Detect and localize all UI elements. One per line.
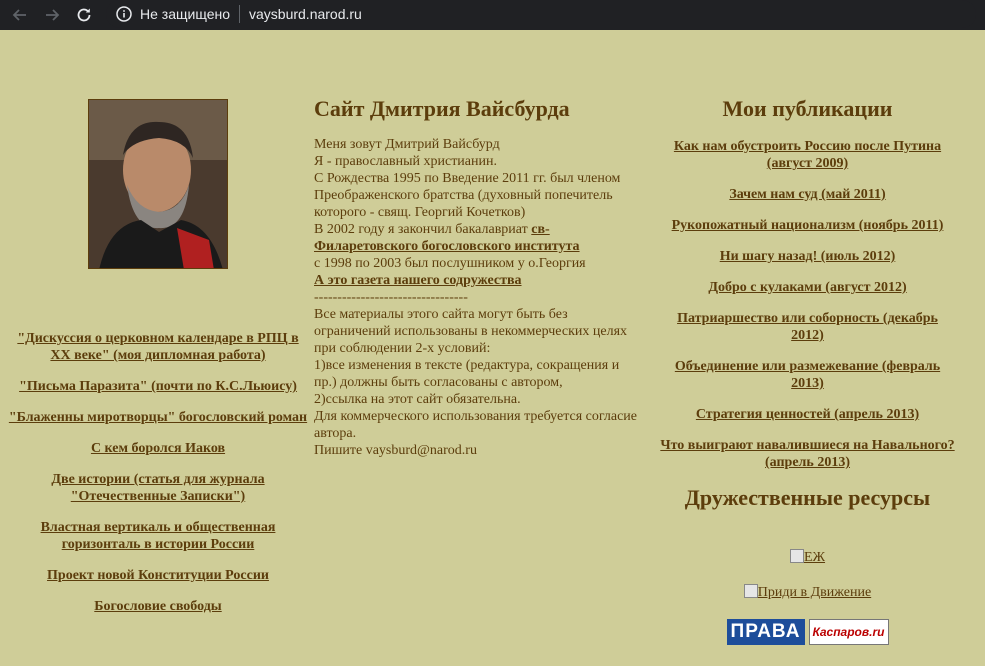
- pub-link[interactable]: Добро с кулаками (август 2012): [708, 280, 906, 295]
- link-vertical-horizontal[interactable]: Властная вертикаль и общественная горизо…: [41, 520, 276, 552]
- banner-row: ПРАВА Каспаров.ru: [660, 619, 955, 645]
- text-line: Пишите vaysburd@narod.ru: [314, 443, 477, 458]
- about-text: Меня зовут Дмитрий Вайсбурд Я - правосла…: [314, 136, 654, 459]
- list-item: Что выиграют навалившиеся на Навального?…: [660, 437, 955, 471]
- page-title: Сайт Дмитрия Вайсбурда: [314, 96, 570, 121]
- pub-link[interactable]: Как нам обустроить Россию после Путина (…: [674, 139, 941, 171]
- text-line: 1)все изменения в тексте (редактура, сок…: [314, 358, 620, 373]
- pub-link[interactable]: Рукопожатный национализм (ноябрь 2011): [672, 218, 944, 233]
- text-line: Все материалы этого сайта могут быть без: [314, 307, 568, 322]
- list-item: Зачем нам суд (май 2011): [660, 186, 955, 203]
- publications-title: Мои публикации: [722, 96, 893, 121]
- pridi-link[interactable]: Приди в Движение: [660, 584, 955, 601]
- security-status[interactable]: Не защищено: [140, 6, 230, 22]
- link-newspaper[interactable]: А это газета нашего содружества: [314, 273, 522, 288]
- pub-link[interactable]: Патриаршество или соборность (декабрь 20…: [677, 311, 938, 343]
- divider: [239, 5, 240, 23]
- list-item: "Письма Паразита" (почти по К.С.Льюису): [8, 378, 308, 395]
- reload-icon[interactable]: [70, 1, 98, 29]
- link-parasite-letters[interactable]: "Письма Паразита" (почти по К.С.Льюису): [19, 379, 297, 394]
- link-institute-cont[interactable]: Филаретовского богословского института: [314, 239, 580, 254]
- text-line: автора.: [314, 426, 357, 441]
- prava-banner[interactable]: ПРАВА: [726, 619, 805, 645]
- pub-link[interactable]: Что выиграют навалившиеся на Навального?…: [660, 438, 954, 470]
- kasparov-banner[interactable]: Каспаров.ru: [808, 619, 889, 645]
- text-line: ограничений использованы в некоммерчески…: [314, 324, 628, 339]
- info-icon[interactable]: [116, 6, 132, 22]
- link-theology-freedom[interactable]: Богословие свободы: [94, 599, 221, 614]
- middle-column: Сайт Дмитрия Вайсбурда Меня зовут Дмитри…: [314, 96, 654, 459]
- link-calendar-discussion[interactable]: "Дискуссия о церковном календаре в РПЦ в…: [17, 331, 298, 363]
- pub-link[interactable]: Объединение или размежевание (февраль 20…: [675, 359, 940, 391]
- link-jacob[interactable]: С кем боролся Иаков: [91, 441, 225, 456]
- pub-link[interactable]: Зачем нам суд (май 2011): [729, 187, 885, 202]
- ej-link[interactable]: ЕЖ: [660, 549, 955, 566]
- list-item: "Дискуссия о церковном календаре в РПЦ в…: [8, 330, 308, 364]
- link-institute[interactable]: св-: [531, 222, 549, 237]
- link-two-histories[interactable]: Две истории (статья для журнала "Отечест…: [51, 472, 264, 504]
- left-link-list: "Дискуссия о церковном календаре в РПЦ в…: [8, 330, 308, 629]
- separator-line: ---------------------------------: [314, 290, 468, 305]
- list-item: Ни шагу назад! (июль 2012): [660, 248, 955, 265]
- list-item: Богословие свободы: [8, 598, 308, 615]
- text-line: А это газета нашего содружества: [314, 272, 654, 289]
- text-line: Преображенского братства (духовный попеч…: [314, 188, 613, 203]
- list-item: Как нам обустроить Россию после Путина (…: [660, 138, 955, 172]
- publications-list: Как нам обустроить Россию после Путина (…: [660, 138, 955, 471]
- link-constitution[interactable]: Проект новой Конституции России: [47, 568, 269, 583]
- broken-image-icon: [789, 549, 804, 563]
- pub-link[interactable]: Стратегия ценностей (апрель 2013): [696, 407, 919, 422]
- author-photo: [88, 99, 228, 269]
- text-line: которого - свящ. Георгий Кочетков): [314, 205, 526, 220]
- list-item: Объединение или размежевание (февраль 20…: [660, 358, 955, 392]
- address-bar[interactable]: Не защищено vaysburd.narod.ru: [106, 0, 976, 28]
- list-item: Добро с кулаками (август 2012): [660, 279, 955, 296]
- friends-title: Дружественные ресурсы: [684, 485, 931, 510]
- text-line: С Рождества 1995 по Введение 2011 гг. бы…: [314, 171, 621, 186]
- text-line: пр.) должны быть согласованы с автором,: [314, 375, 563, 390]
- back-icon[interactable]: [6, 1, 34, 29]
- ej-label: ЕЖ: [803, 550, 826, 565]
- text-line: Я - православный христианин.: [314, 154, 497, 169]
- text-line: Меня зовут Дмитрий Вайсбурд: [314, 137, 500, 152]
- forward-icon[interactable]: [38, 1, 66, 29]
- list-item: Стратегия ценностей (апрель 2013): [660, 406, 955, 423]
- text-line: Филаретовского богословского института: [314, 238, 654, 255]
- list-item: С кем боролся Иаков: [8, 440, 308, 457]
- text-line: с 1998 по 2003 был послушником у о.Георг…: [314, 256, 586, 271]
- right-column: Мои публикации Как нам обустроить Россию…: [660, 96, 955, 645]
- list-item: "Блаженны миротворцы" богословский роман: [8, 409, 308, 426]
- browser-toolbar: Не защищено vaysburd.narod.ru: [0, 0, 985, 30]
- text-line: при соблюдении 2-х условий:: [314, 341, 491, 356]
- pub-link[interactable]: Ни шагу назад! (июль 2012): [720, 249, 896, 264]
- list-item: Две истории (статья для журнала "Отечест…: [8, 471, 308, 505]
- list-item: Проект новой Конституции России: [8, 567, 308, 584]
- pridi-label: Приди в Движение: [757, 585, 872, 600]
- link-peacemakers-novel[interactable]: "Блаженны миротворцы" богословский роман: [9, 410, 307, 425]
- broken-image-icon: [743, 584, 758, 598]
- text-line: Для коммерческого использования требуетс…: [314, 409, 638, 424]
- text-line-part: В 2002 году я закончил бакалавриат: [314, 222, 532, 237]
- page-content: "Дискуссия о церковном календаре в РПЦ в…: [0, 30, 985, 666]
- list-item: Патриаршество или соборность (декабрь 20…: [660, 310, 955, 344]
- list-item: Рукопожатный национализм (ноябрь 2011): [660, 217, 955, 234]
- list-item: Властная вертикаль и общественная горизо…: [8, 519, 308, 553]
- text-line: В 2002 году я закончил бакалавриат св-: [314, 221, 654, 238]
- url-text[interactable]: vaysburd.narod.ru: [249, 6, 362, 22]
- text-line: 2)ссылка на этот сайт обязательна.: [314, 392, 521, 407]
